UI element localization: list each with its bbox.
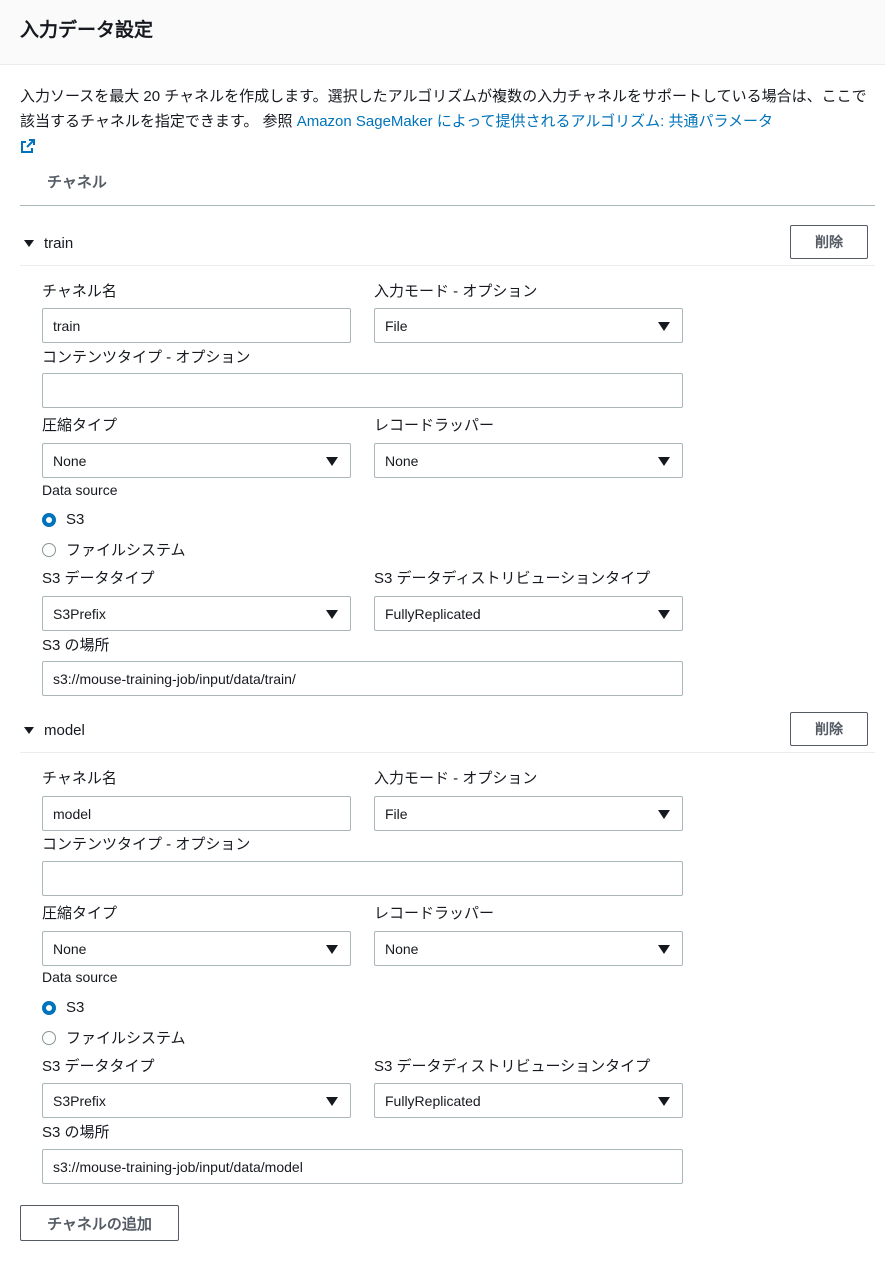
channel-expand-toggle[interactable]: train <box>24 235 73 252</box>
dropdown-arrow-icon <box>326 945 338 954</box>
dropdown-arrow-icon <box>658 322 670 331</box>
dropdown-arrow-icon <box>658 945 670 954</box>
data-source-radio-s3[interactable]: S3 <box>42 999 84 1016</box>
section-title: 入力データ設定 <box>20 20 154 41</box>
channel-expand-toggle[interactable]: model <box>24 722 85 739</box>
s3-distribution-type-label: S3 データディストリビューションタイプ <box>374 570 651 587</box>
input-mode-select[interactable]: File <box>374 796 683 831</box>
content-type-input[interactable] <box>42 373 683 408</box>
record-wrapper-select[interactable]: None <box>374 931 683 966</box>
channel-name-label: チャネル名 <box>42 283 117 300</box>
radio-selected-icon <box>42 1000 56 1015</box>
record-wrapper-select[interactable]: None <box>374 443 683 478</box>
data-source-radio-filesystem[interactable]: ファイルシステム <box>42 539 186 560</box>
channel-title: train <box>44 235 74 252</box>
s3-distribution-type-select[interactable]: FullyReplicated <box>374 596 683 631</box>
dropdown-arrow-icon <box>326 1097 338 1106</box>
dropdown-arrow-icon <box>658 1097 670 1106</box>
content-type-input[interactable] <box>42 861 683 896</box>
s3-location-label: S3 の場所 <box>42 637 110 654</box>
section-header: 入力データ設定 <box>0 0 885 65</box>
compression-type-label: 圧縮タイプ <box>42 417 118 434</box>
record-wrapper-label: レコードラッパー <box>374 417 495 434</box>
s3-data-type-label: S3 データタイプ <box>42 1058 155 1075</box>
channel-name-input[interactable]: model <box>42 796 351 831</box>
delete-channel-button[interactable]: 削除 <box>790 225 868 259</box>
radio-unselected-icon <box>42 1030 56 1045</box>
compression-type-select[interactable]: None <box>42 443 351 478</box>
data-source-label: Data source <box>42 482 118 498</box>
radio-selected-icon <box>42 512 56 527</box>
dropdown-arrow-icon <box>326 457 338 466</box>
add-channel-button[interactable]: チャネルの追加 <box>20 1205 179 1241</box>
radio-unselected-icon <box>42 542 56 557</box>
delete-channel-button[interactable]: 削除 <box>790 712 868 746</box>
s3-data-type-select[interactable]: S3Prefix <box>42 596 351 631</box>
channel-name-input[interactable]: train <box>42 308 351 343</box>
s3-location-label: S3 の場所 <box>42 1124 110 1141</box>
channels-heading: チャネル <box>47 174 107 191</box>
dropdown-arrow-icon <box>658 610 670 619</box>
data-source-label: Data source <box>42 969 118 985</box>
dropdown-arrow-icon <box>326 610 338 619</box>
caret-down-icon <box>24 240 34 247</box>
divider <box>20 265 875 266</box>
dropdown-arrow-icon <box>658 457 670 466</box>
dropdown-arrow-icon <box>658 810 670 819</box>
input-mode-label: 入力モード - オプション <box>374 770 538 787</box>
record-wrapper-label: レコードラッパー <box>374 905 495 922</box>
s3-location-input[interactable]: s3://mouse-training-job/input/data/model <box>42 1149 683 1184</box>
input-mode-select[interactable]: File <box>374 308 683 343</box>
divider <box>20 205 875 206</box>
channel-title: model <box>44 722 85 739</box>
s3-distribution-type-select[interactable]: FullyReplicated <box>374 1083 683 1118</box>
compression-type-select[interactable]: None <box>42 931 351 966</box>
caret-down-icon <box>24 727 34 734</box>
compression-type-label: 圧縮タイプ <box>42 905 118 922</box>
s3-location-input[interactable]: s3://mouse-training-job/input/data/train… <box>42 661 683 696</box>
content-type-label: コンテンツタイプ - オプション <box>42 836 251 853</box>
content-type-label: コンテンツタイプ - オプション <box>42 349 251 366</box>
section-description: 入力ソースを最大 20 チャネルを作成します。選択したアルゴリズムが複数の入力チ… <box>20 84 870 162</box>
external-link-icon[interactable] <box>20 137 36 162</box>
s3-distribution-type-label: S3 データディストリビューションタイプ <box>374 1058 651 1075</box>
data-source-radio-filesystem[interactable]: ファイルシステム <box>42 1027 186 1048</box>
input-mode-label: 入力モード - オプション <box>374 283 538 300</box>
s3-data-type-select[interactable]: S3Prefix <box>42 1083 351 1118</box>
channel-name-label: チャネル名 <box>42 770 117 787</box>
data-source-radio-s3[interactable]: S3 <box>42 511 84 528</box>
s3-data-type-label: S3 データタイプ <box>42 570 155 587</box>
divider <box>20 752 875 753</box>
algorithms-docs-link[interactable]: Amazon SageMaker によって提供されるアルゴリズム: 共通パラメー… <box>297 113 773 130</box>
